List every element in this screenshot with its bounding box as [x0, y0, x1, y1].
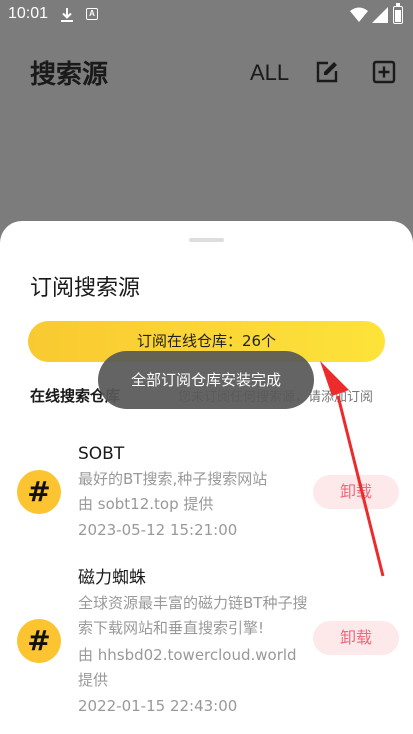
hash-icon: #	[17, 470, 61, 514]
edit-icon[interactable]	[315, 60, 339, 84]
source-name: 磁力蜘蛛	[78, 568, 146, 588]
status-bar: 10:01 A	[0, 0, 413, 30]
add-box-icon[interactable]	[372, 60, 396, 84]
list-item[interactable]: # SOBT 最好的BT搜索,种子搜索网站 由 sobt12.top 提供 20…	[0, 439, 413, 549]
uninstall-button[interactable]: 卸载	[313, 475, 399, 509]
signal-icon	[372, 7, 388, 23]
hash-icon: #	[17, 619, 61, 663]
source-description: 全球资源最丰富的磁力链BT种子搜索下载网站和垂直搜索引擎!	[78, 594, 308, 637]
battery-icon	[393, 3, 403, 24]
status-time: 10:01	[8, 5, 49, 22]
source-provider: 由 hhsbd02.towercloud.world 提供	[78, 646, 297, 689]
source-provider: 由 sobt12.top 提供	[78, 495, 214, 513]
app-title: 搜索源	[30, 60, 109, 90]
drag-handle[interactable]	[189, 238, 224, 242]
source-date: 2023-05-12 15:21:00	[78, 521, 238, 539]
source-name: SOBT	[78, 444, 125, 464]
wifi-icon	[350, 7, 368, 22]
app-notification-icon: A	[86, 8, 98, 20]
subscribe-sheet: 订阅搜索源 订阅在线仓库：26个 在线搜索仓库 您未订阅任何搜索源，请添加订阅 …	[0, 221, 413, 734]
toast-message: 全部订阅仓库安装完成	[98, 351, 314, 409]
download-icon	[61, 8, 73, 22]
source-description: 最好的BT搜索,种子搜索网站	[78, 470, 268, 488]
list-item[interactable]: # 磁力蜘蛛 全球资源最丰富的磁力链BT种子搜索下载网站和垂直搜索引擎! 由 h…	[0, 561, 413, 721]
all-button[interactable]: ALL	[250, 60, 289, 86]
sheet-title: 订阅搜索源	[30, 276, 141, 301]
uninstall-button[interactable]: 卸载	[313, 621, 399, 655]
source-date: 2022-01-15 22:43:00	[78, 697, 238, 715]
